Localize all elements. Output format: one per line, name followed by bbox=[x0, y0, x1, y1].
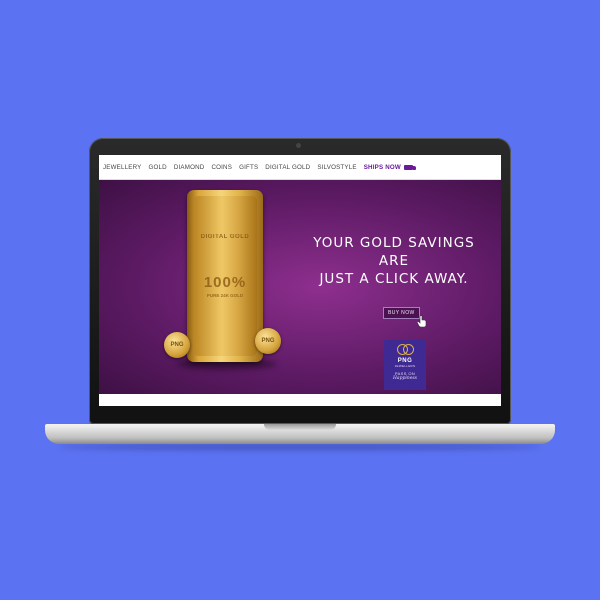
png-logo[interactable]: PNG JEWELLERS PASS ON Happiness bbox=[384, 340, 426, 390]
laptop-shadow bbox=[60, 444, 540, 450]
headline-line-2: JUST A CLICK AWAY. bbox=[319, 271, 469, 287]
laptop-base bbox=[45, 424, 555, 444]
laptop-lid: JEWELLERY GOLD DIAMOND COINS GIFTS DIGIT… bbox=[89, 138, 511, 424]
png-logo-sub: JEWELLERS bbox=[394, 364, 416, 368]
rings-icon bbox=[395, 344, 415, 356]
nav-item-silvostyle[interactable]: SILVOSTYLE bbox=[317, 164, 356, 171]
gold-bar-brand: DIGITAL GOLD bbox=[200, 234, 250, 240]
nav-item-jewellery[interactable]: JEWELLERY bbox=[103, 164, 141, 171]
png-tagline-2: Happiness bbox=[393, 376, 417, 381]
gold-bar-image: DIGITAL GOLD 100% PURE 24K GOLD bbox=[187, 190, 263, 362]
nav-item-gold[interactable]: GOLD bbox=[148, 164, 166, 171]
camera-icon bbox=[296, 143, 301, 148]
laptop-base-notch bbox=[264, 424, 336, 430]
gold-coin-right: PNG bbox=[255, 328, 281, 354]
nav-item-gifts[interactable]: GIFTS bbox=[239, 164, 258, 171]
gold-bar-subtext: PURE 24K GOLD bbox=[206, 293, 244, 298]
nav-item-digital-gold[interactable]: DIGITAL GOLD bbox=[265, 164, 310, 171]
hand-pointer-icon bbox=[417, 315, 427, 327]
nav-item-coins[interactable]: COINS bbox=[211, 164, 232, 171]
hero-banner[interactable]: DIGITAL GOLD 100% PURE 24K GOLD PNG PNG … bbox=[99, 180, 501, 394]
truck-icon bbox=[403, 164, 416, 170]
headline-line-1: YOUR GOLD SAVINGS ARE bbox=[313, 235, 475, 269]
nav-item-diamond[interactable]: DIAMOND bbox=[174, 164, 205, 171]
ships-now-label: SHIPS NOW bbox=[363, 163, 401, 171]
top-navigation: JEWELLERY GOLD DIAMOND COINS GIFTS DIGIT… bbox=[99, 155, 501, 180]
nav-item-ships-now[interactable]: SHIPS NOW bbox=[363, 163, 416, 171]
gold-coin-left: PNG bbox=[164, 332, 190, 358]
gold-bar-purity: 100% bbox=[203, 274, 247, 291]
buy-now-button[interactable]: BUY NOW bbox=[383, 307, 420, 319]
banner-headline: YOUR GOLD SAVINGS ARE JUST A CLICK AWAY. bbox=[299, 234, 489, 288]
laptop-screen: JEWELLERY GOLD DIAMOND COINS GIFTS DIGIT… bbox=[99, 155, 501, 406]
